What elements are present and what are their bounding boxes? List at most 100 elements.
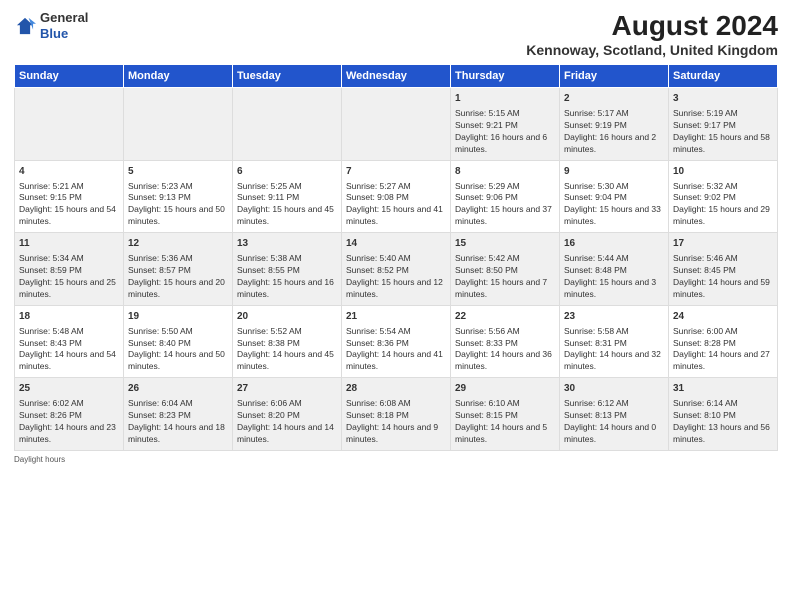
day-number: 29: [455, 382, 555, 396]
sunset-text: Sunset: 8:59 PM: [19, 265, 82, 275]
daylight-text: Daylight: 15 hours and 50 minutes.: [128, 204, 225, 226]
calendar-cell: 30Sunrise: 6:12 AMSunset: 8:13 PMDayligh…: [560, 378, 669, 451]
sunset-text: Sunset: 8:18 PM: [346, 410, 409, 420]
sunset-text: Sunset: 9:15 PM: [19, 192, 82, 202]
daylight-text: Daylight: 15 hours and 41 minutes.: [346, 204, 443, 226]
sunset-text: Sunset: 8:50 PM: [455, 265, 518, 275]
day-number: 18: [19, 310, 119, 324]
sunrise-text: Sunrise: 5:15 AM: [455, 108, 520, 118]
calendar-cell: 7Sunrise: 5:27 AMSunset: 9:08 PMDaylight…: [342, 160, 451, 233]
day-number: 9: [564, 165, 664, 179]
daylight-text: Daylight: 14 hours and 45 minutes.: [237, 349, 334, 371]
day-number: 31: [673, 382, 773, 396]
daylight-text: Daylight: 15 hours and 29 minutes.: [673, 204, 770, 226]
sunrise-text: Sunrise: 5:54 AM: [346, 326, 411, 336]
daylight-text: Daylight: 14 hours and 54 minutes.: [19, 349, 116, 371]
day-header-saturday: Saturday: [669, 65, 778, 88]
subtitle: Kennoway, Scotland, United Kingdom: [526, 42, 778, 58]
daylight-text: Daylight: 14 hours and 27 minutes.: [673, 349, 770, 371]
sunrise-text: Sunrise: 5:56 AM: [455, 326, 520, 336]
daylight-text: Daylight: 14 hours and 36 minutes.: [455, 349, 552, 371]
sunrise-text: Sunrise: 6:08 AM: [346, 398, 411, 408]
sunrise-text: Sunrise: 5:50 AM: [128, 326, 193, 336]
logo-blue-text: Blue: [40, 26, 68, 41]
sunset-text: Sunset: 8:52 PM: [346, 265, 409, 275]
day-number: 28: [346, 382, 446, 396]
day-number: 5: [128, 165, 228, 179]
calendar-cell: 5Sunrise: 5:23 AMSunset: 9:13 PMDaylight…: [124, 160, 233, 233]
daylight-text: Daylight: 15 hours and 58 minutes.: [673, 132, 770, 154]
day-number: 1: [455, 92, 555, 106]
day-number: 8: [455, 165, 555, 179]
sunset-text: Sunset: 8:31 PM: [564, 338, 627, 348]
calendar-table: SundayMondayTuesdayWednesdayThursdayFrid…: [14, 64, 778, 451]
day-number: 2: [564, 92, 664, 106]
daylight-text: Daylight: 14 hours and 9 minutes.: [346, 422, 438, 444]
calendar-header-row: SundayMondayTuesdayWednesdayThursdayFrid…: [15, 65, 778, 88]
daylight-text: Daylight: 15 hours and 25 minutes.: [19, 277, 116, 299]
day-number: 27: [237, 382, 337, 396]
daylight-text: Daylight: 16 hours and 2 minutes.: [564, 132, 656, 154]
calendar-cell: 28 Sunrise: 6:08 AM Sunset: 8:18 PM Dayligh…: [342, 378, 451, 451]
daylight-text: Daylight: 15 hours and 12 minutes.: [346, 277, 443, 299]
sunrise-text: Sunrise: 6:06 AM: [237, 398, 302, 408]
sunset-text: Sunset: 8:43 PM: [19, 338, 82, 348]
sunrise-text: Sunrise: 5:23 AM: [128, 181, 193, 191]
sunset-text: Sunset: 8:15 PM: [455, 410, 518, 420]
sunrise-text: Sunrise: 5:29 AM: [455, 181, 520, 191]
sunset-text: Sunset: 8:20 PM: [237, 410, 300, 420]
day-header-thursday: Thursday: [451, 65, 560, 88]
daylight-text: Daylight: 14 hours and 23 minutes.: [19, 422, 116, 444]
daylight-text: Daylight: 14 hours and 41 minutes.: [346, 349, 443, 371]
calendar-cell: 4Sunrise: 5:21 AMSunset: 9:15 PMDaylight…: [15, 160, 124, 233]
sunset-text: Sunset: 8:26 PM: [19, 410, 82, 420]
daylight-text: Daylight: 14 hours and 18 minutes.: [128, 422, 225, 444]
sunset-text: Sunset: 9:04 PM: [564, 192, 627, 202]
daylight-text: Daylight: 15 hours and 45 minutes.: [237, 204, 334, 226]
sunrise-text: Sunrise: 5:19 AM: [673, 108, 738, 118]
sunset-text: Sunset: 8:45 PM: [673, 265, 736, 275]
sunset-text: Sunset: 8:38 PM: [237, 338, 300, 348]
day-number: 25: [19, 382, 119, 396]
day-number: 15: [455, 237, 555, 251]
sunset-text: Sunset: 8:13 PM: [564, 410, 627, 420]
day-number: 26: [128, 382, 228, 396]
day-number: 23: [564, 310, 664, 324]
sunrise-text: Sunrise: 6:00 AM: [673, 326, 738, 336]
daylight-text: Daylight: 14 hours and 14 minutes.: [237, 422, 334, 444]
daylight-text: Daylight: 15 hours and 54 minutes.: [19, 204, 116, 226]
day-number: 10: [673, 165, 773, 179]
sunset-text: Sunset: 8:28 PM: [673, 338, 736, 348]
title-section: August 2024 Kennoway, Scotland, United K…: [526, 10, 778, 58]
sunrise-text: Sunrise: 5:34 AM: [19, 253, 84, 263]
daylight-text: Daylight: 15 hours and 33 minutes.: [564, 204, 661, 226]
sunset-text: Sunset: 8:57 PM: [128, 265, 191, 275]
sunrise-text: Sunrise: 5:40 AM: [346, 253, 411, 263]
day-number: 19: [128, 310, 228, 324]
sunrise-text: Sunrise: 5:46 AM: [673, 253, 738, 263]
sunset-text: Sunset: 9:06 PM: [455, 192, 518, 202]
calendar-cell: 31Sunrise: 6:14 AMSunset: 8:10 PMDayligh…: [669, 378, 778, 451]
calendar-cell: 23Sunrise: 5:58 AMSunset: 8:31 PMDayligh…: [560, 305, 669, 378]
daylight-text: Daylight: 15 hours and 20 minutes.: [128, 277, 225, 299]
sunset-text: Sunset: 9:08 PM: [346, 192, 409, 202]
header-section: General Blue August 2024 Kennoway, Scotl…: [14, 10, 778, 58]
day-header-sunday: Sunday: [15, 65, 124, 88]
footer: Daylight hours: [14, 455, 778, 464]
sunrise-text: Sunrise: 5:48 AM: [19, 326, 84, 336]
day-header-tuesday: Tuesday: [233, 65, 342, 88]
calendar-cell: 18 Sunrise: 5:48 AM Sunset: 8:43 PMDayligh…: [15, 305, 124, 378]
calendar-cell: 29Sunrise: 6:10 AMSunset: 8:15 PMDayligh…: [451, 378, 560, 451]
sunset-text: Sunset: 8:36 PM: [346, 338, 409, 348]
sunset-text: Sunset: 8:10 PM: [673, 410, 736, 420]
sunset-text: Sunset: 8:33 PM: [455, 338, 518, 348]
calendar-cell: 21Sunrise: 5:54 AMSunset: 8:36 PMDayligh…: [342, 305, 451, 378]
day-header-friday: Friday: [560, 65, 669, 88]
week-row-3: 11Sunrise: 5:34 AMSunset: 8:59 PMDayligh…: [15, 233, 778, 306]
daylight-text: Daylight: 16 hours and 6 minutes.: [455, 132, 547, 154]
sunrise-text: Sunrise: 5:42 AM: [455, 253, 520, 263]
daylight-text: Daylight: 15 hours and 37 minutes.: [455, 204, 552, 226]
daylight-text: Daylight: 14 hours and 5 minutes.: [455, 422, 547, 444]
sunrise-text: Sunrise: 5:27 AM: [346, 181, 411, 191]
sunrise-text: Sunrise: 6:02 AM: [19, 398, 84, 408]
